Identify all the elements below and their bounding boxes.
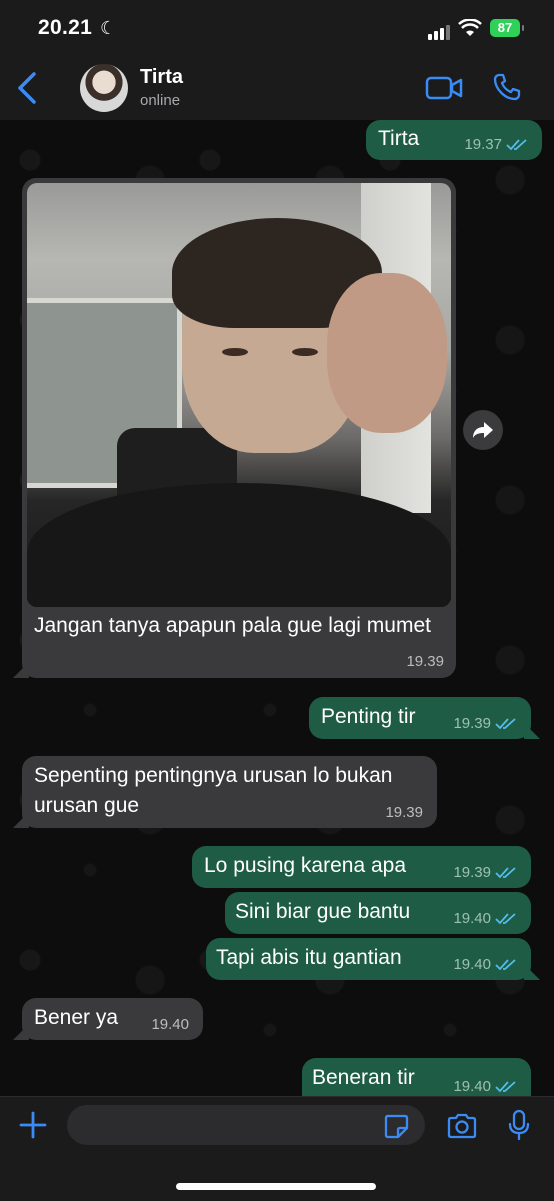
- battery-indicator: 87: [490, 19, 524, 37]
- chat-photo[interactable]: [27, 183, 451, 607]
- video-camera-icon[interactable]: [425, 75, 463, 101]
- double-check-icon: [495, 867, 516, 879]
- chevron-left-icon[interactable]: [14, 70, 40, 106]
- message-incoming[interactable]: Bener ya 19.40: [22, 998, 203, 1040]
- status-time: 20.21: [38, 16, 93, 39]
- image-caption: Jangan tanya apapun pala gue lagi mumet: [34, 614, 431, 637]
- message-outgoing[interactable]: Sini biar gue bantu 19.40: [225, 892, 531, 934]
- message-meta: 19.39: [453, 715, 517, 733]
- message-outgoing[interactable]: Tapi abis itu gantian 19.40: [206, 938, 531, 980]
- message-outgoing[interactable]: Penting tir 19.39: [309, 697, 531, 739]
- forward-arrow-icon: [473, 422, 493, 438]
- message-meta: 19.40: [453, 910, 517, 928]
- message-time: 19.40: [453, 956, 491, 973]
- message-time: 19.40: [151, 1016, 189, 1033]
- message-time: 19.39: [453, 715, 491, 732]
- double-check-icon: [495, 959, 516, 971]
- sticker-icon[interactable]: [383, 1113, 409, 1139]
- chat-area[interactable]: Tirta 19.37 Jangan tanya apapun pala gue…: [0, 120, 554, 1096]
- message-meta: 19.40: [453, 1078, 517, 1096]
- contact-name[interactable]: Tirta: [140, 66, 183, 89]
- message-outgoing[interactable]: Tirta 19.37: [366, 120, 542, 160]
- message-meta: 19.39: [453, 864, 517, 882]
- message-time: 19.39: [385, 804, 423, 821]
- status-bar: 20.21 ☾ 87: [0, 0, 554, 54]
- message-text: Sepenting pentingnya urusan lo bukan uru…: [34, 764, 393, 817]
- double-check-icon: [495, 1081, 516, 1093]
- message-outgoing[interactable]: Beneran tir 19.40: [302, 1058, 531, 1096]
- signal-icon: [428, 22, 452, 40]
- plus-icon[interactable]: [18, 1110, 48, 1140]
- avatar[interactable]: [80, 64, 128, 112]
- message-time: 19.40: [453, 1078, 491, 1095]
- message-input[interactable]: [67, 1105, 425, 1145]
- message-image-incoming[interactable]: Jangan tanya apapun pala gue lagi mumet …: [22, 178, 456, 678]
- microphone-icon[interactable]: [508, 1109, 530, 1141]
- double-check-icon: [495, 913, 516, 925]
- wifi-icon: [458, 19, 482, 36]
- composer-bar: [0, 1096, 554, 1201]
- message-time: 19.39: [453, 864, 491, 881]
- message-time: 19.37: [464, 136, 502, 153]
- message-time: 19.39: [406, 653, 444, 670]
- camera-icon[interactable]: [446, 1113, 478, 1139]
- double-check-icon: [495, 718, 516, 730]
- forward-button[interactable]: [463, 410, 503, 450]
- presence-status: online: [140, 92, 181, 109]
- double-check-icon: [506, 139, 527, 151]
- message-outgoing[interactable]: Lo pusing karena apa 19.39: [192, 846, 531, 888]
- moon-icon: ☾: [100, 18, 117, 38]
- message-time: 19.40: [453, 910, 491, 927]
- message-meta: 19.40: [453, 956, 517, 974]
- phone-icon[interactable]: [492, 72, 522, 102]
- chat-header: Tirta online: [0, 54, 554, 121]
- home-indicator: [176, 1183, 376, 1190]
- message-incoming[interactable]: Sepenting pentingnya urusan lo bukan uru…: [22, 756, 437, 828]
- message-meta: 19.37: [464, 136, 528, 154]
